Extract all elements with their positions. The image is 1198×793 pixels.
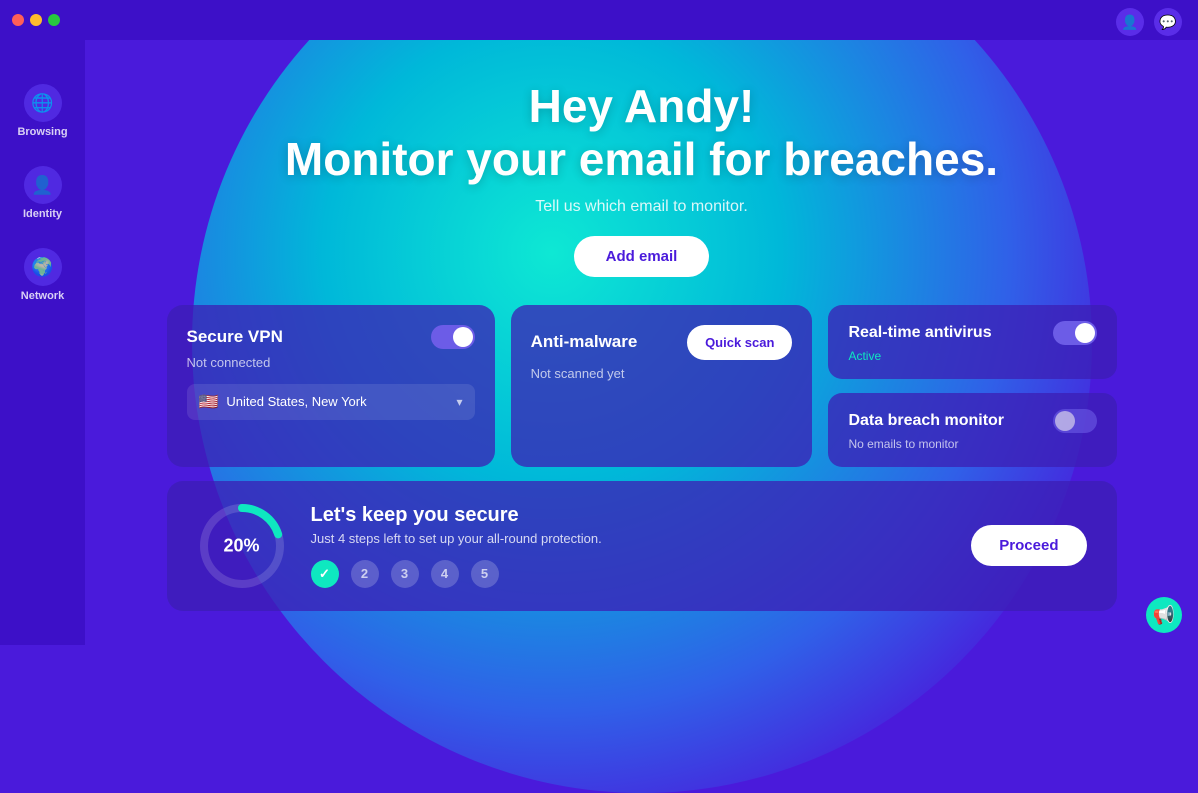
antimalware-title: Anti-malware [531,332,638,352]
progress-percent: 20% [223,535,259,556]
setup-steps: ✓ 2 3 4 5 [311,560,948,588]
traffic-lights [12,14,60,26]
sidebar-label-identity: Identity [23,208,62,220]
minimize-button[interactable] [30,14,42,26]
vpn-title: Secure VPN [187,327,283,347]
antimalware-status: Not scanned yet [531,366,793,381]
title-bar [0,0,1198,40]
breach-monitor-card-header: Data breach monitor [848,409,1096,433]
breach-monitor-status: No emails to monitor [848,437,1096,451]
step-4: 4 [431,560,459,588]
maximize-button[interactable] [48,14,60,26]
sidebar-label-browsing: Browsing [17,126,67,138]
antivirus-toggle-knob [1075,323,1095,343]
hero-title: Hey Andy! Monitor your email for breache… [285,80,998,186]
cards-row: Secure VPN Not connected 🇺🇸 United State… [167,305,1117,467]
antivirus-status: Active [848,349,1096,363]
sidebar-item-identity[interactable]: 👤 Identity [15,152,70,234]
support-icon[interactable]: 📢 [1146,597,1182,633]
antimalware-card-header: Anti-malware Quick scan [531,325,793,360]
security-description: Just 4 steps left to set up your all-rou… [311,531,948,546]
antivirus-card: Real-time antivirus Active [828,305,1116,379]
user-icon[interactable]: 👤 [1116,8,1144,36]
vpn-card: Secure VPN Not connected 🇺🇸 United State… [167,305,495,467]
security-info: Let's keep you secure Just 4 steps left … [311,504,948,588]
breach-monitor-toggle[interactable] [1053,409,1097,433]
step-2: 2 [351,560,379,588]
add-email-button[interactable]: Add email [574,236,710,277]
chat-icon[interactable]: 💬 [1154,8,1182,36]
vpn-card-header: Secure VPN [187,325,475,349]
top-right-icons: 👤 💬 [1116,8,1182,36]
vpn-toggle-knob [453,327,473,347]
vpn-toggle[interactable] [431,325,475,349]
step-1: ✓ [311,560,339,588]
sidebar-label-network: Network [21,290,64,302]
hero-subtitle: Tell us which email to monitor. [535,198,748,216]
network-icon: 🌍 [24,248,62,286]
sidebar: 🌐 Browsing 👤 Identity 🌍 Network [0,40,85,645]
close-button[interactable] [12,14,24,26]
breach-monitor-title: Data breach monitor [848,412,1004,430]
vpn-status: Not connected [187,355,475,370]
chevron-down-icon: ▾ [457,395,463,409]
step-3: 3 [391,560,419,588]
antivirus-card-header: Real-time antivirus [848,321,1096,345]
quick-scan-button[interactable]: Quick scan [687,325,792,360]
breach-monitor-card: Data breach monitor No emails to monitor [828,393,1116,467]
security-card: 20% Let's keep you secure Just 4 steps l… [167,481,1117,611]
vpn-location-selector[interactable]: 🇺🇸 United States, New York ▾ [187,384,475,420]
security-title: Let's keep you secure [311,504,948,527]
browsing-icon: 🌐 [24,84,62,122]
progress-circle: 20% [197,501,287,591]
antivirus-title: Real-time antivirus [848,324,991,342]
sidebar-item-network[interactable]: 🌍 Network [13,234,72,316]
antimalware-card: Anti-malware Quick scan Not scanned yet [511,305,813,467]
sidebar-item-browsing[interactable]: 🌐 Browsing [9,70,75,152]
identity-icon: 👤 [24,166,62,204]
location-text: United States, New York [226,394,448,409]
antivirus-toggle[interactable] [1053,321,1097,345]
breach-monitor-toggle-knob [1055,411,1075,431]
step-5: 5 [471,560,499,588]
main-content: Hey Andy! Monitor your email for breache… [85,40,1198,645]
proceed-button[interactable]: Proceed [971,525,1086,566]
flag-icon: 🇺🇸 [199,392,219,412]
right-cards: Real-time antivirus Active Data breach m… [828,305,1116,467]
